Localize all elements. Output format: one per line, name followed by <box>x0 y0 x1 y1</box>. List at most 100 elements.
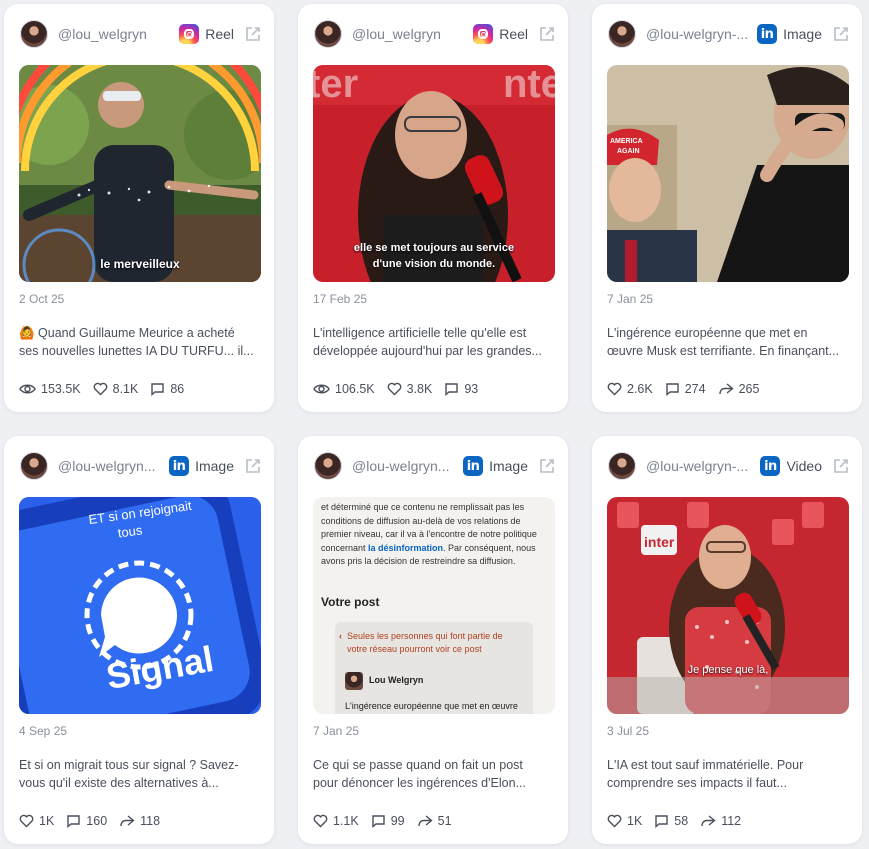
post-thumbnail[interactable]: et déterminé que ce contenu ne remplissa… <box>313 497 555 714</box>
post-date: 3 Jul 25 <box>607 724 650 738</box>
avatar <box>608 20 636 48</box>
hat-text: AGAIN <box>617 148 640 155</box>
doc-post-preview: ‹ Seules les personnes qui font partie de… <box>335 622 533 714</box>
post-card[interactable]: @lou-welgryn-... in Image AMERICA AGAIN … <box>592 4 862 412</box>
account-handle: @lou-welgryn-... <box>646 458 749 474</box>
comments-stat: 93 <box>444 382 478 396</box>
shares-stat: 51 <box>417 814 452 828</box>
post-stats: 1K 58 112 <box>607 812 753 830</box>
caption-line: d'une vision du monde. <box>372 258 496 270</box>
avatar <box>20 20 48 48</box>
post-text-line: œuvre Musk est terrifiante. En finançant… <box>607 344 840 358</box>
likes-count: 1.1K <box>333 814 359 828</box>
post-type: in Image <box>169 456 234 476</box>
post-thumbnail[interactable]: ter nte elle se met toujours au service … <box>313 65 555 282</box>
svg-text:nte: nte <box>503 65 555 106</box>
post-type: Reel <box>473 24 528 44</box>
card-header: @lou_welgryn Reel <box>20 19 262 49</box>
shares-stat: 112 <box>700 814 741 828</box>
external-link-icon[interactable] <box>538 25 556 43</box>
external-link-icon[interactable] <box>538 457 556 475</box>
comments-stat: 274 <box>665 382 706 396</box>
post-type-label: Image <box>783 26 822 42</box>
heart-icon <box>607 382 622 396</box>
share-icon <box>701 815 716 827</box>
caption-line: elle se met toujours au service <box>353 242 515 254</box>
post-stats: 1K 160 118 <box>19 812 172 830</box>
doc-author: Lou Welgryn <box>345 672 423 690</box>
linkedin-icon: in <box>757 24 778 44</box>
post-card[interactable]: @lou_welgryn Reel le merveilleux 2 Oct 2… <box>4 4 274 412</box>
heart-icon <box>93 382 108 396</box>
doc-link: la désinformation <box>368 542 444 553</box>
doc-section-title: Votre post <box>321 595 380 609</box>
post-text: Et si on migrait tous sur signal ? Savez… <box>19 756 260 792</box>
comment-icon <box>445 383 459 396</box>
shares-stat: 265 <box>718 382 760 396</box>
post-type: Reel <box>179 24 234 44</box>
doc-post-excerpt: L'ingérence européenne que met en œuvre <box>345 701 518 711</box>
comment-icon <box>655 815 668 828</box>
post-date: 4 Sep 25 <box>19 724 68 738</box>
post-text-line: Ce qui se passe quand on fait un post <box>313 758 523 772</box>
card-header: @lou_welgryn Reel <box>314 19 556 49</box>
comments-count: 160 <box>86 814 108 828</box>
share-icon <box>120 815 135 827</box>
heart-icon <box>387 382 402 396</box>
post-thumbnail[interactable]: le merveilleux <box>19 65 261 282</box>
comments-count: 86 <box>170 382 185 396</box>
post-date: 2 Oct 25 <box>19 292 65 306</box>
post-card[interactable]: @lou_welgryn Reel ter nte elle se met to… <box>298 4 568 412</box>
comment-icon <box>372 815 385 828</box>
likes-count: 1K <box>627 814 643 828</box>
post-text-line: vous qu'il existe des alternatives à... <box>19 776 219 790</box>
post-type-label: Video <box>786 458 822 474</box>
post-card[interactable]: @lou-welgryn-... in Video inter Je pense… <box>592 436 862 844</box>
doc-warning: ‹ Seules les personnes qui font partie de… <box>339 631 503 654</box>
doc-paragraph: et déterminé que ce contenu ne remplissa… <box>321 502 537 566</box>
card-header: @lou-welgryn-... in Image <box>608 19 850 49</box>
post-text-line: L'intelligence artificielle telle qu'ell… <box>313 326 527 340</box>
external-link-icon[interactable] <box>244 457 262 475</box>
post-stats: 2.6K 274 265 <box>607 380 771 398</box>
comment-icon <box>151 383 165 396</box>
comments-count: 58 <box>674 814 689 828</box>
post-text: L'IA est tout sauf immatérielle. Pour co… <box>607 756 848 792</box>
likes-count: 2.6K <box>627 382 653 396</box>
post-thumbnail[interactable]: ET si on rejoignait tous Signal <box>19 497 261 714</box>
comment-icon <box>67 815 80 828</box>
post-type: in Image <box>757 24 822 44</box>
post-stats: 153.5K 8.1K 86 <box>19 380 196 398</box>
external-link-icon[interactable] <box>832 457 850 475</box>
post-text-line: comprendre ses impacts il faut... <box>607 776 787 790</box>
external-link-icon[interactable] <box>244 25 262 43</box>
post-card[interactable]: @lou-welgryn... in Image et déterminé qu… <box>298 436 568 844</box>
comments-stat: 58 <box>654 814 688 828</box>
post-type-label: Reel <box>205 26 234 42</box>
avatar <box>314 452 342 480</box>
post-card[interactable]: @lou-welgryn... in Image ET si on rejoig… <box>4 436 274 844</box>
shares-count: 112 <box>721 814 742 828</box>
eye-icon <box>19 384 36 394</box>
likes-stat: 1.1K <box>313 814 359 828</box>
eye-icon <box>313 384 330 394</box>
account-handle: @lou-welgryn... <box>58 458 156 474</box>
shares-stat: 118 <box>119 814 160 828</box>
account-handle: @lou-welgryn... <box>352 458 450 474</box>
post-thumbnail[interactable]: AMERICA AGAIN <box>607 65 849 282</box>
likes-count: 3.8K <box>406 382 433 396</box>
post-type-label: Image <box>195 458 234 474</box>
card-header: @lou-welgryn... in Image <box>20 451 262 481</box>
avatar <box>20 452 48 480</box>
video-caption: Je pense que là, <box>687 664 769 676</box>
post-stats: 106.5K 3.8K 93 <box>313 380 490 398</box>
comments-count: 274 <box>684 382 706 396</box>
account-handle: @lou_welgryn <box>352 26 441 42</box>
comments-stat: 99 <box>371 814 405 828</box>
shares-count: 265 <box>738 382 760 396</box>
card-header: @lou-welgryn-... in Video <box>608 451 850 481</box>
post-thumbnail[interactable]: inter Je pense que là, <box>607 497 849 714</box>
avatar <box>345 672 363 690</box>
external-link-icon[interactable] <box>832 25 850 43</box>
post-type-label: Image <box>489 458 528 474</box>
